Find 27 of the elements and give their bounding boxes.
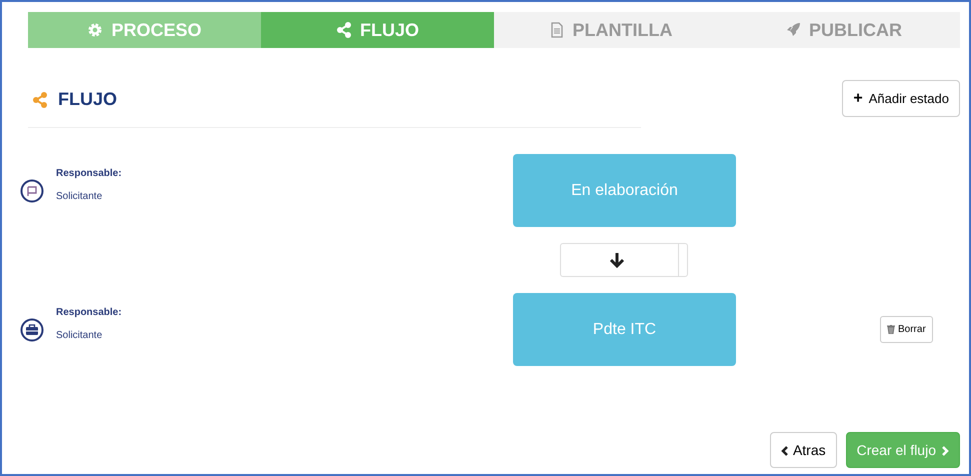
responsible-label: Responsable: (56, 166, 122, 180)
rocket-icon (785, 22, 801, 38)
step-tab[interactable]: PUBLICAR (727, 12, 960, 48)
state-node[interactable]: Pdte ITC (513, 293, 736, 366)
share-icon (336, 22, 352, 38)
share-icon (32, 92, 48, 108)
responsible-value: Solicitante (56, 190, 104, 204)
step-tab[interactable]: PROCESO (28, 12, 261, 48)
down-arrow-icon (609, 252, 625, 268)
document-icon (548, 22, 564, 38)
flag-icon (20, 178, 44, 202)
responsible-value: Solicitante (56, 328, 104, 342)
plus-icon: + (853, 86, 863, 110)
chevron-left-icon (780, 446, 789, 456)
trash-icon (887, 325, 895, 334)
back-button[interactable]: Atras (770, 432, 837, 468)
step-tab[interactable]: PLANTILLA (494, 12, 727, 48)
section-heading: FLUJO (28, 80, 641, 128)
responsible-label: Responsable: (56, 306, 122, 320)
delete-button[interactable]: Borrar (880, 316, 933, 343)
create-flow-button[interactable]: Crear el flujo (846, 432, 960, 468)
briefcase-icon (20, 318, 44, 342)
chevron-right-icon (941, 446, 949, 456)
state-node[interactable]: En elaboración (513, 154, 736, 227)
gear-icon (87, 22, 104, 38)
add-state-button[interactable]: + Añadir estado (842, 80, 960, 117)
step-tab[interactable]: FLUJO (261, 12, 494, 48)
